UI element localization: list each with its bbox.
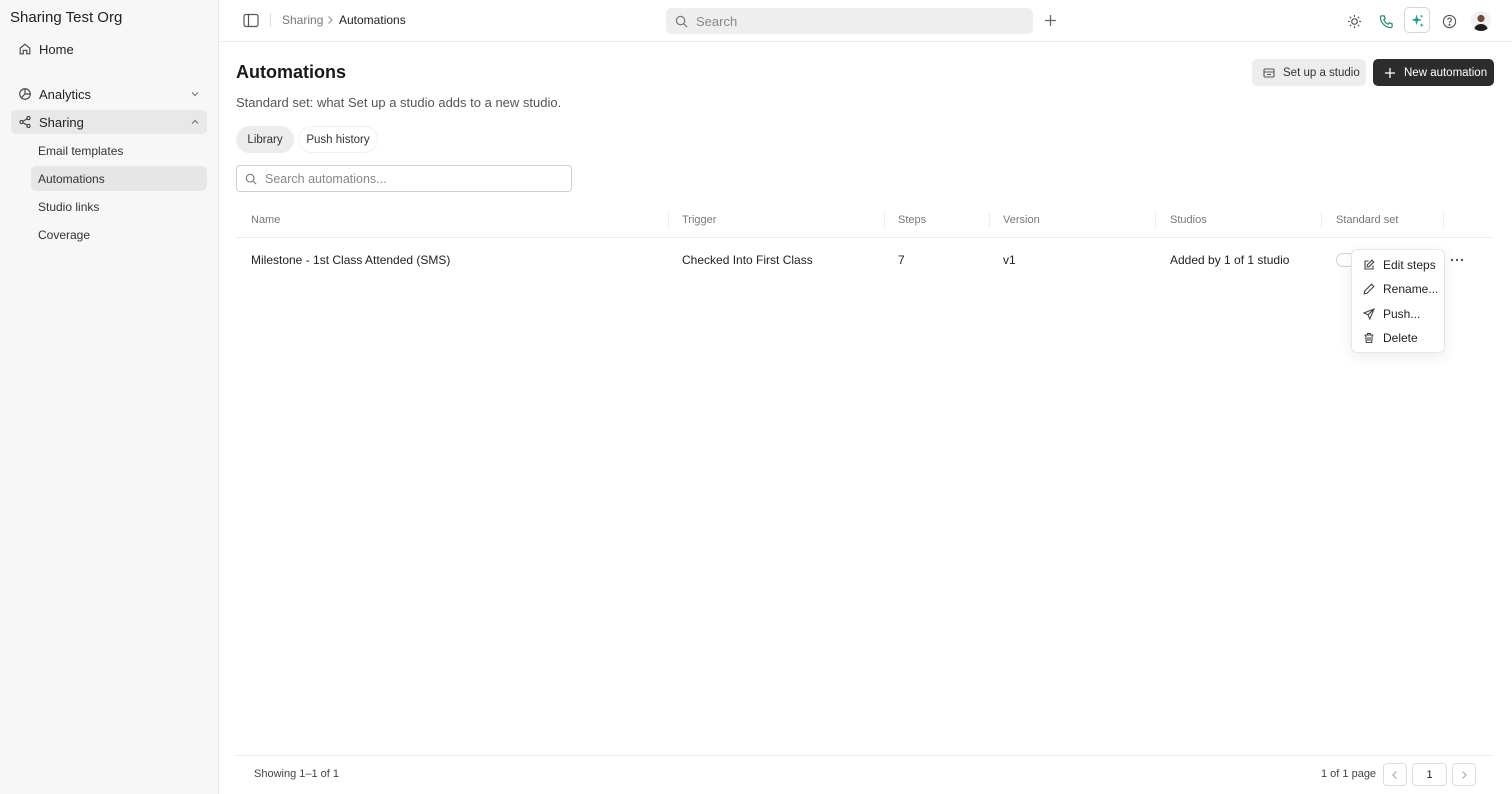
- column-divider: [1321, 211, 1322, 229]
- tab-library[interactable]: Library: [236, 126, 294, 153]
- send-icon: [1363, 308, 1375, 320]
- column-header-name[interactable]: Name: [251, 214, 280, 226]
- previous-page-button[interactable]: [1383, 763, 1407, 786]
- tab-push-history[interactable]: Push history: [298, 126, 378, 153]
- chevron-left-icon: [1390, 770, 1400, 780]
- table-header-border: [236, 237, 1494, 238]
- sidebar-item-automations[interactable]: Automations: [31, 166, 207, 191]
- studio-icon: [1263, 67, 1275, 79]
- sidebar-item-coverage[interactable]: Coverage: [31, 222, 207, 247]
- page-description: Standard set: what Set up a studio adds …: [236, 95, 562, 110]
- plus-icon: [1384, 67, 1396, 79]
- menu-item-push[interactable]: Push...: [1352, 302, 1446, 326]
- share-icon: [18, 115, 32, 129]
- sparkle-icon[interactable]: [1404, 7, 1430, 33]
- search-input[interactable]: [696, 13, 1016, 29]
- sidebar-item-label: Analytics: [39, 86, 92, 102]
- user-avatar[interactable]: [1471, 11, 1491, 31]
- column-header-version[interactable]: Version: [1003, 214, 1040, 226]
- menu-item-rename[interactable]: Rename...: [1352, 277, 1446, 301]
- org-name[interactable]: Sharing Test Org: [10, 9, 122, 26]
- top-bar: Sharing Automations: [219, 0, 1512, 42]
- sidebar-item-email-templates[interactable]: Email templates: [31, 138, 207, 163]
- more-options-icon[interactable]: [1449, 253, 1465, 267]
- breadcrumb-sharing[interactable]: Sharing: [282, 13, 323, 27]
- menu-item-label: Delete: [1383, 331, 1418, 345]
- page-info: 1 of 1 page: [1321, 768, 1377, 780]
- row-actions-menu: Edit steps Rename... Push... Delete: [1351, 249, 1445, 353]
- sidebar-item-studio-links[interactable]: Studio links: [31, 194, 207, 219]
- column-header-studios[interactable]: Studios: [1170, 214, 1207, 226]
- page-title: Automations: [236, 62, 346, 82]
- column-divider: [989, 211, 990, 229]
- set-up-studio-label: Set up a studio: [1283, 66, 1360, 79]
- menu-item-delete[interactable]: Delete: [1352, 326, 1446, 350]
- cell-studios: Added by 1 of 1 studio: [1170, 253, 1290, 267]
- column-divider: [884, 211, 885, 229]
- footer-border: [236, 755, 1494, 756]
- next-page-button[interactable]: [1452, 763, 1476, 786]
- cell-name[interactable]: Milestone - 1st Class Attended (SMS): [251, 253, 450, 267]
- menu-item-edit-steps[interactable]: Edit steps: [1352, 253, 1446, 277]
- sidebar-item-sharing[interactable]: Sharing: [11, 110, 207, 134]
- column-header-standard-set[interactable]: Standard set: [1336, 214, 1398, 226]
- search-icon: [245, 173, 257, 185]
- set-up-studio-button[interactable]: Set up a studio: [1252, 59, 1366, 86]
- menu-item-label: Edit steps: [1383, 258, 1436, 272]
- chevron-right-icon: [326, 15, 334, 25]
- sidebar-item-home[interactable]: Home: [11, 37, 207, 61]
- column-divider: [1155, 211, 1156, 229]
- column-header-steps[interactable]: Steps: [898, 214, 926, 226]
- sidebar-item-label: Sharing: [39, 114, 84, 130]
- global-search[interactable]: [666, 8, 1033, 34]
- automation-search-input[interactable]: [265, 171, 565, 186]
- page-number-input[interactable]: 1: [1412, 763, 1447, 786]
- cell-trigger: Checked Into First Class: [682, 253, 813, 267]
- help-icon[interactable]: [1439, 11, 1459, 31]
- column-divider: [668, 211, 669, 229]
- new-automation-button[interactable]: New automation: [1373, 59, 1494, 86]
- column-divider: [1443, 211, 1444, 229]
- breadcrumb-automations: Automations: [339, 13, 406, 27]
- edit-icon: [1363, 259, 1375, 271]
- automation-search[interactable]: [236, 165, 572, 192]
- results-count: Showing 1–1 of 1: [254, 768, 340, 780]
- sun-icon[interactable]: [1344, 11, 1364, 31]
- column-header-trigger[interactable]: Trigger: [682, 214, 716, 226]
- pencil-icon: [1363, 283, 1375, 295]
- cell-version: v1: [1003, 253, 1016, 267]
- chevron-up-icon: [189, 116, 201, 128]
- phone-icon[interactable]: [1376, 11, 1396, 31]
- plus-icon[interactable]: [1043, 13, 1058, 28]
- cell-steps: 7: [898, 253, 905, 267]
- sidebar: Sharing Test Org Home Analytics Sharing …: [0, 0, 219, 794]
- trash-icon: [1363, 332, 1375, 344]
- menu-item-label: Rename...: [1383, 282, 1439, 296]
- analytics-icon: [18, 87, 32, 101]
- home-icon: [18, 42, 32, 56]
- divider: [270, 13, 271, 27]
- search-icon: [675, 15, 688, 28]
- sidebar-item-analytics[interactable]: Analytics: [11, 82, 207, 106]
- sidebar-item-label: Home: [39, 41, 74, 57]
- sidebar-toggle-icon[interactable]: [243, 13, 259, 28]
- chevron-right-icon: [1459, 770, 1469, 780]
- menu-item-label: Push...: [1383, 307, 1421, 321]
- new-automation-label: New automation: [1404, 66, 1488, 79]
- chevron-down-icon: [189, 88, 201, 100]
